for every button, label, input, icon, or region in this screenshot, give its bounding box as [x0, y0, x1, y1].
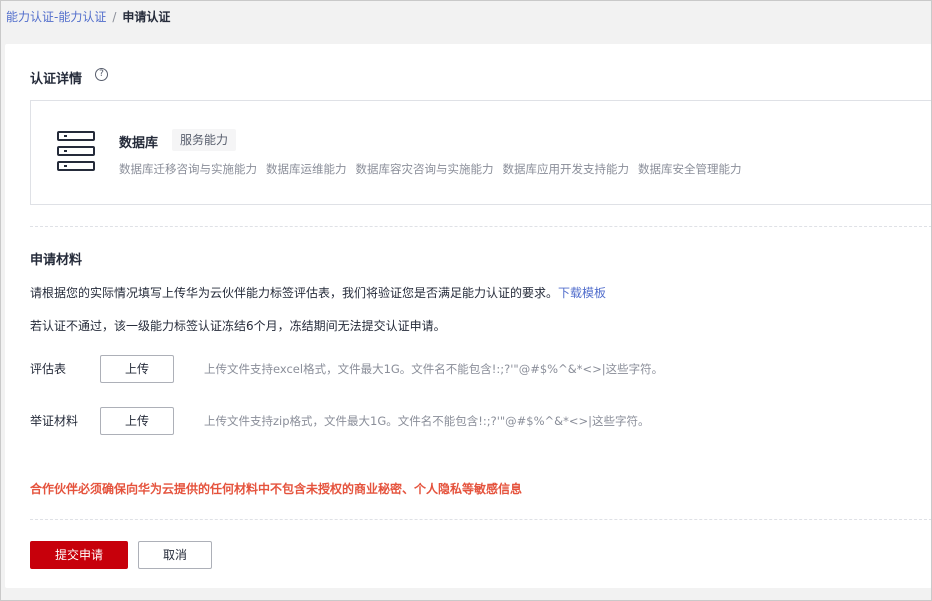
materials-section-title: 申请材料 — [30, 253, 83, 268]
breadcrumb-current: 申请认证 — [122, 10, 171, 24]
server-database-icon — [57, 131, 97, 173]
capability-item: 数据库容灾咨询与实施能力 — [355, 162, 494, 176]
capability-list: 数据库迁移咨询与实施能力 数据库运维能力 数据库容灾咨询与实施能力 数据库应用开发支持… — [119, 161, 751, 177]
cancel-button[interactable]: 取消 — [138, 541, 212, 569]
question-circle-icon[interactable]: ? — [95, 68, 108, 81]
evidence-material-label: 举证材料 — [30, 414, 79, 428]
materials-description: 请根据您的实际情况填写上传华为云伙伴能力标签评估表，我们将验证您是否满足能力认证… — [30, 284, 606, 301]
confidentiality-warning: 合作伙伴必须确保向华为云提供的任何材料中不包含未授权的商业秘密、个人隐私等敏感信… — [30, 482, 523, 496]
breadcrumb: 能力认证-能力认证 / 申请认证 — [6, 9, 170, 25]
actions-divider — [30, 519, 932, 520]
section-divider — [30, 226, 932, 227]
evaluation-upload-hint: 上传文件支持excel格式，文件最大1G。文件名不能包含!:;?'"@#$%^&… — [204, 362, 664, 376]
main-card: 认证详情 ? 数据库 服务能力 数据库迁移咨询与实施能力 数据库运维能力 数据库容灾… — [5, 44, 932, 588]
upload-evaluation-button[interactable]: 上传 — [100, 355, 174, 383]
capability-detail-box: 数据库 服务能力 数据库迁移咨询与实施能力 数据库运维能力 数据库容灾咨询与实施能力… — [30, 100, 932, 205]
detail-section-title: 认证详情 — [30, 72, 83, 87]
capability-item: 数据库应用开发支持能力 — [502, 162, 630, 176]
breadcrumb-separator: / — [112, 10, 117, 24]
breadcrumb-parent-link[interactable]: 能力认证-能力认证 — [6, 10, 106, 24]
materials-description-text: 请根据您的实际情况填写上传华为云伙伴能力标签评估表，我们将验证您是否满足能力认证… — [30, 286, 559, 300]
freeze-notice: 若认证不通过，该一级能力标签认证冻结6个月，冻结期间无法提交认证申请。 — [30, 319, 446, 333]
evidence-upload-hint: 上传文件支持zip格式，文件最大1G。文件名不能包含!:;?'"@#$%^&*<… — [204, 414, 650, 428]
capability-name: 数据库 — [119, 136, 159, 151]
capability-item: 数据库安全管理能力 — [638, 162, 742, 176]
evaluation-form-label: 评估表 — [30, 362, 67, 376]
capability-item: 数据库迁移咨询与实施能力 — [119, 162, 257, 176]
upload-evidence-button[interactable]: 上传 — [100, 407, 174, 435]
submit-application-button[interactable]: 提交申请 — [30, 541, 128, 569]
download-template-link[interactable]: 下载模板 — [558, 286, 606, 300]
capability-item: 数据库运维能力 — [266, 162, 347, 176]
capability-type-tag: 服务能力 — [172, 129, 237, 151]
